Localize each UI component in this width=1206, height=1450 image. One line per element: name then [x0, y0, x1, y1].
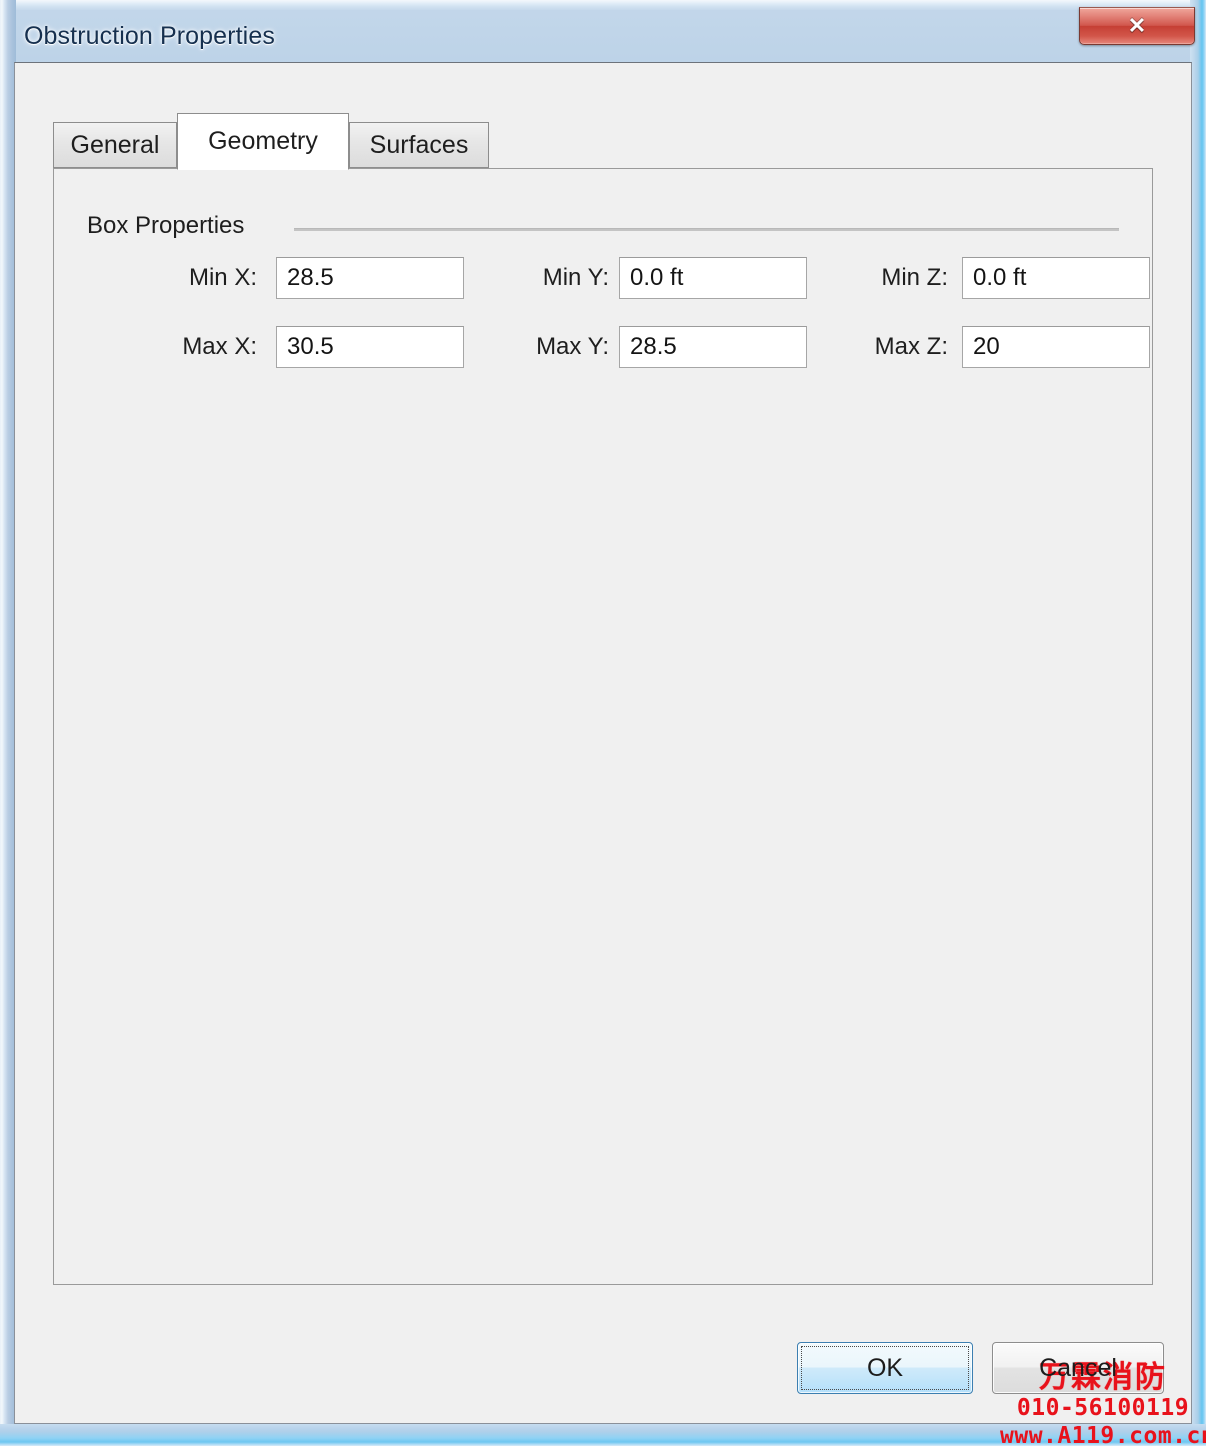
cancel-button-label: Cancel — [1039, 1353, 1117, 1382]
max-x-label: Max X: — [182, 333, 257, 360]
box-properties-title: Box Properties — [87, 212, 245, 239]
tab-geometry-label: Geometry — [208, 127, 318, 155]
dialog-window: Obstruction Properties ✕ General Geometr… — [0, 0, 1206, 1449]
window-frame-bottom — [0, 1424, 1206, 1446]
tab-control: General Geometry Surfaces Box Properties… — [53, 113, 1153, 1285]
close-icon: ✕ — [1127, 13, 1147, 38]
max-y-label: Max Y: — [536, 333, 609, 360]
window-frame-right — [1190, 0, 1206, 1446]
tab-panel-geometry: Box Properties Min X: Min Y: Min Z: Max … — [53, 168, 1153, 1285]
ok-button[interactable]: OK — [797, 1342, 973, 1394]
max-z-input[interactable] — [962, 326, 1150, 368]
title-bar[interactable]: Obstruction Properties ✕ — [6, 4, 1200, 68]
cancel-button[interactable]: Cancel — [992, 1342, 1164, 1394]
max-x-input[interactable] — [276, 326, 464, 368]
max-field-row: Max X: Max Y: Max Z: — [87, 326, 1150, 368]
group-separator-line — [294, 228, 1119, 231]
min-x-label: Min X: — [188, 264, 257, 291]
min-z-input[interactable] — [962, 257, 1150, 299]
max-y-input[interactable] — [619, 326, 807, 368]
window-title: Obstruction Properties — [24, 22, 275, 50]
min-y-input[interactable] — [619, 257, 807, 299]
min-x-input[interactable] — [276, 257, 464, 299]
tab-general[interactable]: General — [53, 122, 177, 168]
min-y-label: Min Y: — [542, 264, 609, 291]
tab-geometry[interactable]: Geometry — [177, 113, 349, 170]
tab-general-label: General — [70, 130, 160, 159]
tab-surfaces-label: Surfaces — [369, 130, 469, 159]
box-properties-group: Box Properties Min X: Min Y: Min Z: Max … — [87, 212, 1150, 372]
min-z-label: Min Z: — [881, 264, 948, 291]
ok-button-label: OK — [866, 1353, 904, 1382]
min-field-row: Min X: Min Y: Min Z: — [87, 257, 1150, 299]
close-button[interactable]: ✕ — [1079, 7, 1195, 45]
tab-surfaces[interactable]: Surfaces — [349, 122, 489, 168]
dialog-client-area: General Geometry Surfaces Box Properties… — [14, 62, 1192, 1424]
max-z-label: Max Z: — [874, 333, 948, 360]
